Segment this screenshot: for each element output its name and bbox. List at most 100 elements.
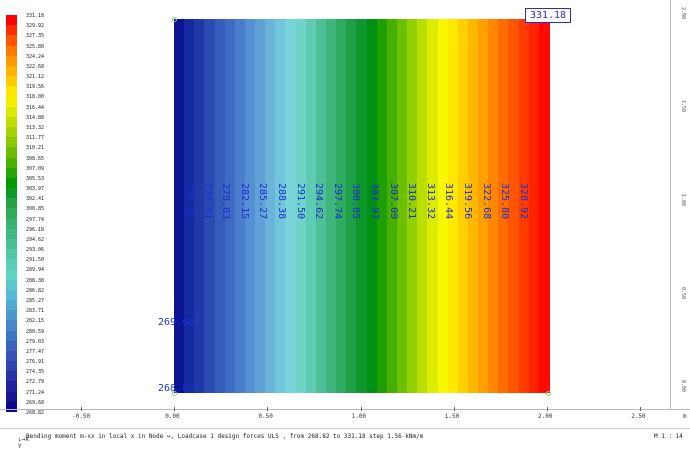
legend-label: 325.80 [26, 43, 45, 50]
legend-label: 271.24 [26, 389, 45, 396]
legend-label: 308.65 [26, 155, 45, 162]
contour-band [528, 19, 540, 393]
legend-label: 329.92 [26, 23, 45, 30]
legend-swatch [6, 188, 17, 199]
legend-label: 286.82 [26, 287, 45, 294]
legend-swatch [6, 289, 17, 301]
legend-label: 318.00 [26, 94, 45, 101]
max-value-box: 331.18 [525, 8, 571, 23]
legend-label: 294.62 [26, 236, 45, 243]
x-tick-label: 2.00 [538, 413, 553, 420]
legend-label: 296.18 [26, 226, 45, 233]
axis-icon-y: Y [18, 443, 22, 450]
legend-swatch [6, 15, 17, 26]
min-value-label-upper: 269.68 [158, 317, 195, 328]
y-tick-label: 1.50 [680, 100, 686, 113]
legend-swatch [6, 279, 17, 291]
x-tick-mark [453, 407, 455, 411]
y-tick-label: 0.50 [680, 286, 686, 299]
contour-value-label: 319.56 [462, 183, 473, 220]
legend-swatch [6, 55, 17, 67]
legend-label: 324.24 [26, 53, 45, 60]
y-tick-label: 2.00 [680, 7, 686, 20]
legend-swatch [6, 401, 17, 413]
right-axis-line [670, 0, 671, 410]
legend-label: 291.50 [26, 257, 45, 264]
legend-label: 311.77 [26, 135, 45, 142]
legend-label: 321.12 [26, 74, 45, 81]
legend-label: 313.32 [26, 124, 45, 131]
legend-swatch [6, 320, 17, 332]
x-tick-mark [640, 407, 642, 411]
x-tick-mark [81, 407, 82, 411]
legend-label: 307.09 [26, 165, 45, 172]
legend-swatch [6, 249, 17, 260]
legend-swatch [6, 330, 17, 342]
legend-label: 288.38 [26, 277, 45, 284]
legend-label: 283.71 [26, 308, 45, 315]
y-tick-label: 0.00 [680, 380, 686, 393]
contour-value-label: 307.09 [387, 183, 399, 220]
legend-swatch [6, 86, 17, 97]
legend-label: 277.47 [26, 348, 45, 355]
legend-swatch [6, 126, 17, 138]
legend-swatch [6, 35, 17, 47]
legend-swatch [6, 259, 17, 270]
scale-indicator: M 1 : 14 [654, 433, 683, 440]
node-marker-bottom-right [546, 391, 551, 396]
contour-value-label: 297.74 [331, 183, 343, 220]
legend-swatch [6, 228, 17, 240]
legend-swatch [6, 25, 17, 36]
contour-value-label: 278.91 [201, 183, 213, 220]
legend-swatch [6, 238, 17, 250]
legend-label: 269.68 [26, 399, 45, 406]
contour-value-label: 282.15 [238, 183, 250, 220]
x-tick-label: 1.50 [444, 413, 460, 420]
y-tick-label: 1.00 [680, 193, 686, 206]
x-tick-label: 0.00 [165, 413, 180, 420]
legend-swatch [6, 45, 17, 57]
legend-label: 280.59 [26, 328, 45, 335]
contour-value-label: 279.03 [220, 183, 232, 220]
contour-value-label: 328.92 [517, 183, 529, 220]
x-tick-label: -0.50 [72, 413, 91, 420]
legend-swatch [6, 381, 17, 393]
legend-label: 268.82 [26, 410, 45, 416]
legend-label: 297.74 [26, 216, 45, 223]
contour-value-label: 291.50 [294, 183, 306, 220]
legend-swatch [6, 371, 17, 382]
legend-label: 314.88 [26, 114, 45, 121]
legend-label: 282.15 [26, 318, 45, 325]
legend-label: 279.03 [26, 338, 45, 345]
legend-swatch [6, 208, 17, 220]
x-tick-mark [360, 407, 362, 411]
status-divider [0, 428, 690, 429]
legend-label: 331.18 [26, 13, 45, 19]
legend-swatch [6, 96, 17, 108]
x-tick-label: 1.00 [351, 413, 367, 420]
legend-label: 310.21 [26, 145, 45, 152]
legend-swatch [6, 269, 17, 281]
node-marker-top-left [172, 17, 177, 22]
legend-swatch [6, 157, 17, 169]
legend-swatch [6, 361, 17, 372]
contour-value-label: 313.32 [424, 183, 436, 220]
contour-value-label: 322.68 [480, 183, 492, 220]
legend-swatch [6, 147, 17, 158]
legend-swatch [6, 177, 17, 189]
legend-swatch [6, 350, 17, 362]
x-tick-mark [267, 407, 269, 411]
legend-label: 303.97 [26, 186, 45, 193]
legend-label: 274.35 [26, 369, 45, 376]
contour-value-label: 288.38 [276, 183, 287, 220]
contour-value-label: 310.21 [406, 183, 418, 220]
x-tick-mark [547, 407, 548, 411]
contour-value-label: 275.92 [183, 183, 194, 220]
contour-value-label: 285.27 [257, 183, 269, 220]
legend-label: 300.85 [26, 206, 45, 213]
legend-label: 322.68 [26, 63, 45, 70]
contour-value-label: 316.44 [443, 183, 455, 220]
contour-band [538, 19, 550, 393]
contour-value-label: 294.62 [313, 183, 325, 220]
legend-swatch [6, 76, 17, 87]
